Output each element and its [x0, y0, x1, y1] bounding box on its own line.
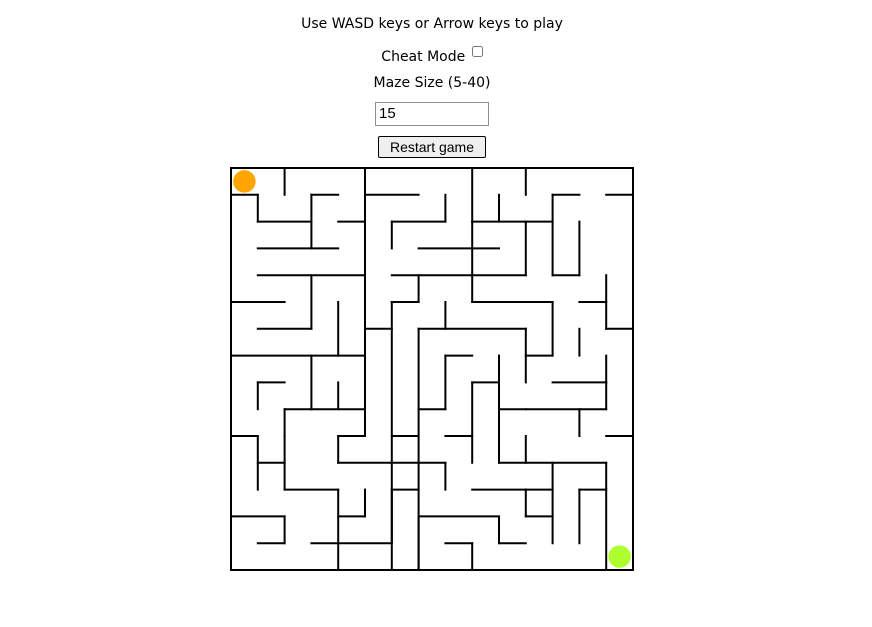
cheat-mode-checkbox[interactable]	[471, 46, 483, 57]
maze-walls	[230, 167, 634, 571]
instructions-text: Use WASD keys or Arrow keys to play	[301, 16, 563, 32]
cheat-mode-label: Cheat Mode	[381, 49, 466, 65]
maze-size-label: Maze Size (5-40)	[373, 75, 491, 91]
player-marker	[233, 170, 256, 193]
maze-board[interactable]	[230, 167, 636, 575]
goal-marker	[608, 545, 631, 568]
restart-game-button[interactable]: Restart game	[378, 136, 486, 158]
maze-size-input[interactable]	[375, 102, 489, 126]
cheat-mode-row: Cheat Mode	[0, 46, 864, 66]
